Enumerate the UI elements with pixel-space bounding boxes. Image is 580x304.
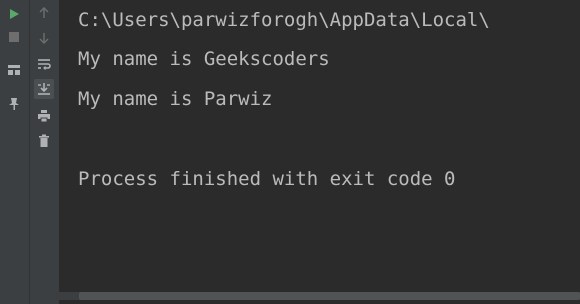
print-button[interactable] <box>34 106 54 126</box>
run-tool-window: C:\Users\parwizforogh\AppData\Local\ My … <box>0 0 580 304</box>
console-line-output: My name is Parwiz <box>78 88 273 110</box>
console-line-output: My name is Geekscoders <box>78 48 330 70</box>
console-line-exit-status: Process finished with exit code 0 <box>78 168 456 190</box>
up-stack-button[interactable] <box>34 3 54 23</box>
trash-icon <box>39 134 49 147</box>
arrow-down-icon <box>39 33 49 44</box>
console-line-path: C:\Users\parwizforogh\AppData\Local\ <box>78 9 490 31</box>
down-stack-button[interactable] <box>34 28 54 48</box>
rerun-button[interactable] <box>4 4 24 24</box>
layout-icon <box>8 65 20 75</box>
stop-icon <box>9 32 19 42</box>
scrollbar-thumb[interactable] <box>79 292 580 300</box>
print-icon <box>38 110 50 123</box>
console-toolbar <box>29 0 59 304</box>
pin-tab-button[interactable] <box>4 94 24 114</box>
pin-icon <box>9 98 19 110</box>
horizontal-scrollbar[interactable] <box>59 292 580 300</box>
soft-wrap-icon <box>38 59 51 70</box>
clear-all-button[interactable] <box>34 131 54 151</box>
run-toolbar <box>0 0 29 304</box>
restore-layout-button[interactable] <box>4 60 24 80</box>
console-output[interactable]: C:\Users\parwizforogh\AppData\Local\ My … <box>59 0 580 304</box>
arrow-up-icon <box>39 7 49 18</box>
scroll-to-end-button[interactable] <box>34 79 54 99</box>
soft-wrap-button[interactable] <box>34 54 54 74</box>
scroll-to-end-icon <box>38 83 50 95</box>
stop-button[interactable] <box>4 27 24 47</box>
play-icon <box>10 9 19 19</box>
